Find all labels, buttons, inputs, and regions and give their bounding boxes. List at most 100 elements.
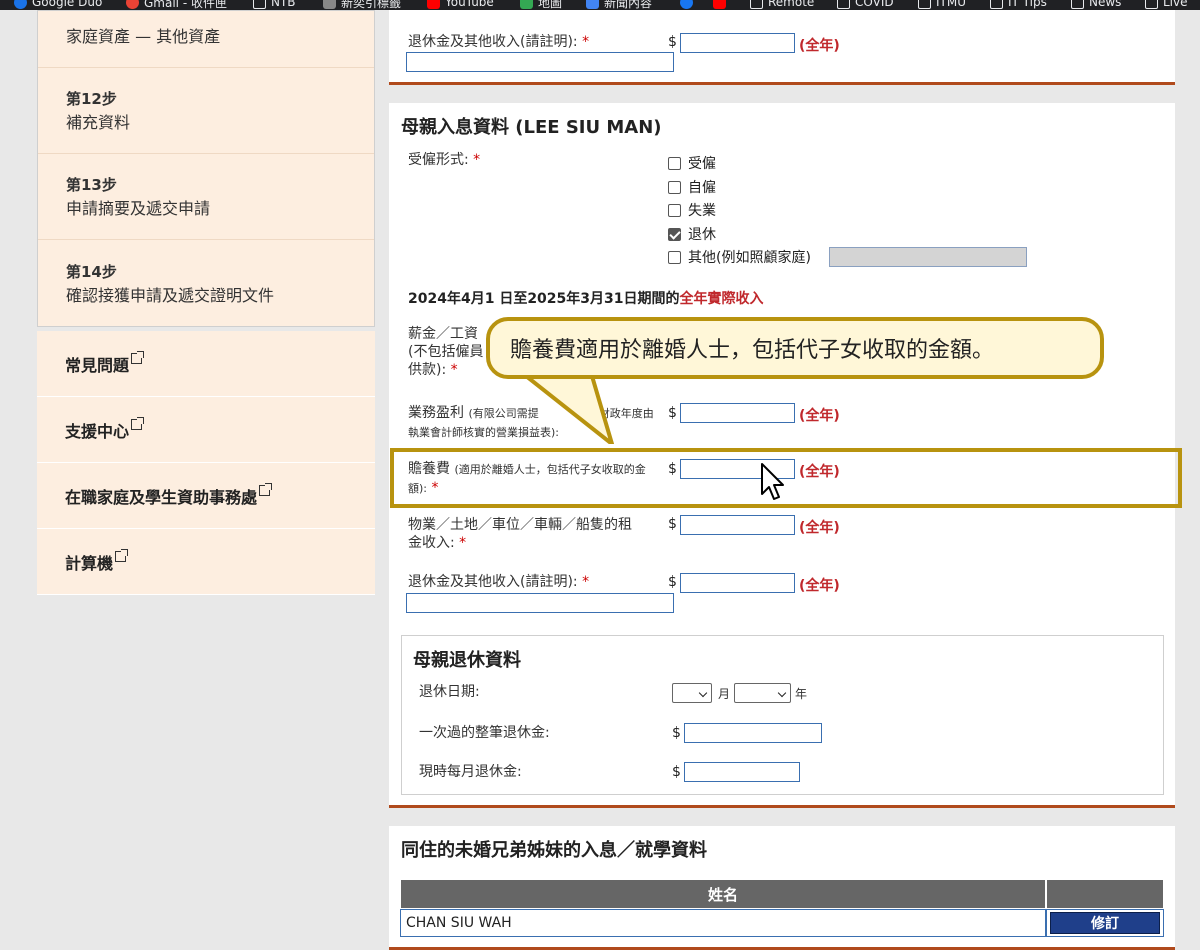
checkbox-retired[interactable]: 退休 bbox=[668, 224, 716, 244]
year-unit: 年 bbox=[795, 687, 808, 701]
full-year-label: (全年) bbox=[799, 408, 840, 424]
step-item-other-assets[interactable]: 家庭資產 — 其他資產 bbox=[38, 11, 374, 68]
bookmark-maps[interactable]: 地圖 bbox=[520, 0, 562, 10]
employment-type-label: 受僱形式: * bbox=[408, 152, 481, 168]
checkbox-box[interactable] bbox=[668, 203, 681, 217]
folder-icon bbox=[1071, 0, 1084, 9]
mouse-cursor-icon bbox=[761, 463, 784, 500]
checkbox-unemployed[interactable]: 失業 bbox=[668, 200, 716, 220]
step-number: 第13步 bbox=[66, 176, 117, 194]
bookmark-live[interactable]: Live bbox=[1145, 0, 1188, 10]
bookmark-facebook[interactable] bbox=[680, 0, 693, 10]
rental-income-input[interactable] bbox=[680, 515, 795, 535]
dollar-sign: $ bbox=[668, 34, 677, 50]
bookmark-ntb[interactable]: NTB bbox=[253, 0, 296, 10]
other-employment-input[interactable] bbox=[829, 247, 1027, 267]
retirement-income-specify-input[interactable] bbox=[406, 52, 674, 72]
rental-income-label: 物業／土地／車位／車輛／船隻的租 金收入: * bbox=[408, 517, 632, 551]
checkbox-box[interactable] bbox=[668, 156, 681, 170]
father-income-card-tail: 退休金及其他收入(請註明): * $ (全年) bbox=[389, 10, 1175, 85]
external-link-icon bbox=[259, 483, 273, 496]
bookmark-it-tips[interactable]: IT Tips bbox=[990, 0, 1047, 10]
checkbox-other[interactable]: 其他(例如照顧家庭) bbox=[668, 247, 811, 267]
dollar-sign: $ bbox=[668, 574, 677, 590]
news-icon bbox=[586, 0, 599, 9]
column-header-action bbox=[1046, 879, 1164, 909]
maps-icon bbox=[520, 0, 533, 9]
siblings-card: 同住的未婚兄弟姊妹的入息／就學資料 姓名 CHAN SIU WAH 修訂 bbox=[389, 826, 1175, 950]
sidebar-links: 常見問題 支援中心 在職家庭及學生資助事務處 計算機 bbox=[37, 331, 375, 595]
siblings-table: 姓名 CHAN SIU WAH 修訂 bbox=[400, 879, 1164, 937]
section-title: 母親入息資料 (LEE SIU MAN) bbox=[401, 117, 662, 138]
folder-icon bbox=[918, 0, 931, 9]
bookmark-youtube-2[interactable] bbox=[713, 0, 726, 10]
youtube-icon bbox=[713, 0, 726, 9]
retirement-year-select[interactable] bbox=[734, 683, 791, 703]
business-profit-input[interactable] bbox=[680, 403, 795, 423]
callout-text: 贍養費適用於離婚人士，包括代子女收取的金額。 bbox=[510, 338, 995, 363]
checkbox-box[interactable] bbox=[668, 250, 681, 264]
external-link-icon bbox=[131, 351, 145, 364]
retirement-month-select[interactable] bbox=[672, 683, 712, 703]
dollar-sign: $ bbox=[668, 516, 677, 532]
table-row: CHAN SIU WAH 修訂 bbox=[400, 909, 1164, 937]
action-cell: 修訂 bbox=[1046, 909, 1164, 937]
retirement-income-amount-input[interactable] bbox=[680, 573, 795, 593]
bookmark-tags[interactable]: 新奕引標籤 bbox=[323, 0, 401, 10]
checkbox-box[interactable] bbox=[668, 180, 681, 194]
checkbox-employed[interactable]: 受僱 bbox=[668, 153, 716, 173]
monthly-pension-label: 現時每月退休金: bbox=[419, 764, 522, 780]
step-title: 補充資料 bbox=[66, 113, 131, 132]
checkbox-self-employed[interactable]: 自僱 bbox=[668, 177, 716, 197]
retirement-income-label: 退休金及其他收入(請註明): * bbox=[408, 574, 590, 590]
step-list: 家庭資產 — 其他資產 第12步 補充資料 第13步 申請摘要及遞交申請 第14… bbox=[37, 10, 375, 327]
link-support-centre[interactable]: 支援中心 bbox=[37, 397, 375, 463]
dollar-sign: $ bbox=[672, 725, 681, 741]
edit-button[interactable]: 修訂 bbox=[1050, 912, 1160, 934]
income-period-heading: 2024年4月1 日至2025年3月31日期間的全年實際收入 bbox=[408, 291, 764, 307]
bookmark-news[interactable]: News bbox=[1071, 0, 1121, 10]
lump-sum-input[interactable] bbox=[684, 723, 822, 743]
google-icon bbox=[126, 0, 139, 9]
bookmark-remote[interactable]: Remote bbox=[750, 0, 814, 10]
bookmark-itmu[interactable]: ITMU bbox=[918, 0, 966, 10]
monthly-pension-input[interactable] bbox=[684, 762, 800, 782]
retirement-income-specify-input[interactable] bbox=[406, 593, 674, 613]
facebook-icon bbox=[680, 0, 693, 9]
checkbox-box-checked[interactable] bbox=[668, 227, 681, 241]
bookmarks-bar: Google Duo Gmail - 收件匣 NTB 新奕引標籤 YouTube… bbox=[0, 0, 1200, 10]
folder-icon bbox=[253, 0, 266, 9]
month-unit: 月 bbox=[718, 687, 731, 701]
bookmark-covid[interactable]: COVID bbox=[837, 0, 894, 10]
step-item-13[interactable]: 第13步 申請摘要及遞交申請 bbox=[38, 154, 374, 240]
bookmark-youtube[interactable]: YouTube bbox=[427, 0, 494, 10]
link-faq[interactable]: 常見問題 bbox=[37, 331, 375, 397]
link-calculator[interactable]: 計算機 bbox=[37, 529, 375, 595]
retirement-details-box: 母親退休資料 退休日期: 月 年 一次過的整筆退休金: $ 現時每月退休金: $ bbox=[401, 635, 1164, 795]
folder-icon bbox=[837, 0, 850, 9]
retirement-income-amount-input[interactable] bbox=[680, 33, 795, 53]
dollar-sign: $ bbox=[668, 405, 677, 421]
dollar-sign: $ bbox=[672, 764, 681, 780]
salary-label: 薪金／工資 (不包括僱員 供款): * bbox=[408, 326, 484, 378]
siblings-title: 同住的未婚兄弟姊妹的入息／就學資料 bbox=[401, 840, 707, 861]
step-number: 第14步 bbox=[66, 262, 117, 281]
column-header-name: 姓名 bbox=[400, 879, 1046, 909]
full-year-label: (全年) bbox=[799, 578, 840, 594]
step-title: 確認接獲申請及遞交證明文件 bbox=[66, 285, 275, 305]
full-year-label: (全年) bbox=[799, 38, 840, 54]
step-number: 第12步 bbox=[66, 90, 117, 108]
bookmark-gmail[interactable]: Gmail - 收件匣 bbox=[126, 0, 227, 10]
bookmark-news-content[interactable]: 新聞內容 bbox=[586, 0, 652, 10]
retirement-details-title: 母親退休資料 bbox=[413, 650, 521, 671]
bookmark-google-duo[interactable]: Google Duo bbox=[14, 0, 102, 10]
link-wfsfaa[interactable]: 在職家庭及學生資助事務處 bbox=[37, 463, 375, 529]
retirement-date-label: 退休日期: bbox=[419, 684, 480, 700]
step-item-14[interactable]: 第14步 確認接獲申請及遞交證明文件 bbox=[38, 240, 374, 326]
step-item-12[interactable]: 第12步 補充資料 bbox=[38, 68, 374, 154]
external-link-icon bbox=[131, 417, 145, 430]
google-duo-icon bbox=[14, 0, 27, 9]
youtube-icon bbox=[427, 0, 440, 9]
step-title: 申請摘要及遞交申請 bbox=[66, 199, 211, 218]
sibling-name-cell: CHAN SIU WAH bbox=[400, 909, 1046, 937]
